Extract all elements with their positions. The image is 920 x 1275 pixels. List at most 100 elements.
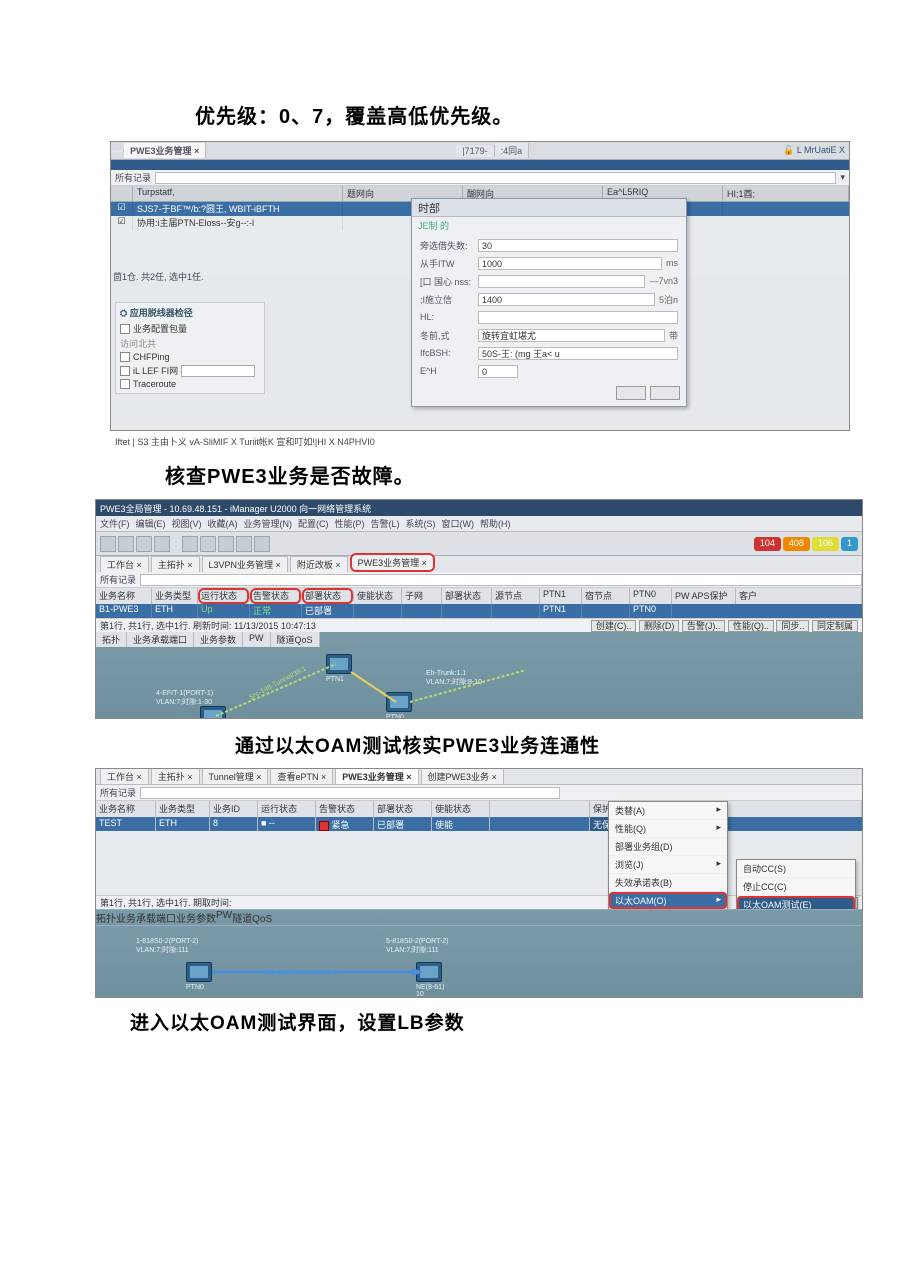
menu-item[interactable]: 视图(V)	[172, 517, 202, 530]
tab-eptn[interactable]: 查看ePTN ×	[270, 768, 333, 784]
tab-workspace[interactable]: 工作台 ×	[100, 768, 149, 784]
toolbar-icon[interactable]	[218, 536, 234, 552]
toolbar-icon[interactable]	[236, 536, 252, 552]
h-run[interactable]: 运行状态	[258, 801, 316, 817]
tab-pwe3-active[interactable]: PWE3业务管理 ×	[350, 553, 435, 572]
btn-perf[interactable]: 性能(Q)..	[728, 620, 774, 632]
chk-line[interactable]: iL LEF FI网	[120, 363, 260, 378]
chk-line[interactable]: CHFPing	[120, 351, 260, 363]
row-checkbox[interactable]: ☑	[111, 202, 133, 216]
f4-input[interactable]: 1400	[478, 293, 655, 306]
menu-item[interactable]: 收藏(A)	[208, 517, 238, 530]
mi-perf[interactable]: 性能(Q)▸	[609, 820, 727, 838]
tab-create-pwe3[interactable]: 创建PWE3业务 ×	[421, 768, 504, 784]
f2-input[interactable]: 1000	[478, 257, 662, 270]
filter-input[interactable]	[140, 787, 560, 799]
menu-item[interactable]: 告警(L)	[371, 517, 400, 530]
grid-row[interactable]: B1-PWE3 ETH Up 正常 已部署 PTN1 PTN0	[96, 604, 862, 618]
h-ptn0[interactable]: PTN0	[630, 588, 672, 604]
tab-tunnel[interactable]: Tunnel管理 ×	[202, 768, 269, 784]
menu-item[interactable]: 系统(S)	[406, 517, 436, 530]
sm-auto-cc[interactable]: 自动CC(S)	[737, 860, 855, 878]
toolbar-icon[interactable]	[254, 536, 270, 552]
topology-pane[interactable]: 拓扑 业务承载端口 业务参数 PW 隧道QoS PTN1 PTN0 PTN Sr…	[96, 632, 862, 719]
row-checkbox[interactable]: ☑	[111, 216, 133, 230]
filter-dropdown-icon[interactable]: ▾	[836, 171, 849, 184]
f7-select[interactable]: 50S-王: (mg 王a< u	[478, 347, 678, 360]
h-dst[interactable]: 宿节点	[582, 588, 630, 604]
menu-item[interactable]: 文件(F)	[100, 517, 130, 530]
tab-blank[interactable]	[111, 150, 124, 152]
dialog-ok-button[interactable]	[616, 386, 646, 400]
f5-input[interactable]	[478, 311, 678, 324]
alarm-pill-minor[interactable]: 106	[812, 537, 839, 551]
h-ptn1[interactable]: PTN1	[540, 588, 582, 604]
toolbar-icon[interactable]	[200, 536, 216, 552]
h-runstate[interactable]: 运行状态	[198, 588, 250, 604]
btn-create[interactable]: 创建(C)..	[591, 620, 637, 632]
chk-line[interactable]: 业务配置包量	[120, 321, 260, 336]
text-field[interactable]	[181, 365, 255, 377]
tab-center2[interactable]: :4同a	[495, 143, 530, 158]
h-src[interactable]: 源节点	[492, 588, 540, 604]
h-type[interactable]: 业务类型	[156, 801, 210, 817]
dialog-cancel-button[interactable]	[650, 386, 680, 400]
subtab-param[interactable]: 业务参数	[194, 632, 243, 647]
subtab-port[interactable]: 业务承载端口	[127, 632, 194, 647]
subtab-pw[interactable]: PW	[243, 632, 271, 647]
toolbar-icon[interactable]	[182, 536, 198, 552]
h-customer[interactable]: 客户	[736, 588, 862, 604]
node-ptn[interactable]	[200, 706, 226, 719]
alarm-pill-critical[interactable]: 104	[754, 537, 781, 551]
toolbar-icon[interactable]	[118, 536, 134, 552]
mi-alarm[interactable]: 类替(A)▸	[609, 802, 727, 820]
h-name[interactable]: 业务名称	[96, 801, 156, 817]
menu-item[interactable]: 帮助(H)	[480, 517, 511, 530]
sm-stop-cc[interactable]: 停止CC(C)	[737, 878, 855, 896]
h-subnet[interactable]: 子网	[402, 588, 442, 604]
menu-item[interactable]: 配置(C)	[298, 517, 329, 530]
col-5[interactable]: HI;1酉;	[723, 186, 849, 201]
menu-item[interactable]: 编辑(E)	[136, 517, 166, 530]
alarm-pill-warning[interactable]: 1	[841, 537, 858, 551]
h-deploy[interactable]: 部署状态	[302, 588, 354, 604]
f1-input[interactable]: 30	[478, 239, 678, 252]
h-id[interactable]: 业务ID	[210, 801, 258, 817]
filter-input[interactable]	[155, 172, 836, 184]
grid-row[interactable]: TEST ETH 8 ■ -- 紧急 已部署 使能 无保护	[96, 817, 862, 831]
btn-custom[interactable]: 同定制属	[812, 620, 858, 632]
alarm-pill-major[interactable]: 408	[783, 537, 810, 551]
tab-workspace[interactable]: 工作台 ×	[100, 556, 149, 572]
topology-pane[interactable]: PTN0 NE(8-61) 10 1-818S0-2(PORT-2) VLAN:…	[96, 925, 862, 998]
toolbar-icon[interactable]	[100, 536, 116, 552]
h-enable[interactable]: 使能状态	[432, 801, 490, 817]
col-1[interactable]: Turpstatf,	[133, 186, 343, 201]
tab-l3vpn[interactable]: L3VPN业务管理 ×	[202, 556, 288, 572]
tab-pwe3-mgmt[interactable]: PWE3业务管理 ×	[335, 768, 418, 784]
btn-alarm[interactable]: 告警(J)..	[682, 620, 726, 632]
node-ptn0[interactable]	[186, 962, 212, 982]
h-deploy2[interactable]: 部署状态	[442, 588, 492, 604]
checkbox-icon[interactable]	[120, 379, 130, 389]
mi-eth-oam[interactable]: 以太OAM(O)▸	[609, 892, 727, 910]
col-checkbox[interactable]	[111, 186, 133, 201]
h-blank[interactable]	[490, 801, 590, 817]
menu-item[interactable]: 窗口(W)	[442, 517, 475, 530]
node-ptn0[interactable]	[386, 692, 412, 712]
f6-select[interactable]: 旋转宜虹堪尤	[478, 329, 665, 342]
h-enable[interactable]: 使能状态	[354, 588, 402, 604]
f3-input[interactable]	[478, 275, 645, 288]
h-alarm[interactable]: 告警状态	[316, 801, 374, 817]
subtab-qos[interactable]: 隧道QoS	[271, 632, 320, 647]
checkbox-icon[interactable]	[120, 366, 130, 376]
tab-topo[interactable]: 主拓扑 ×	[151, 556, 200, 572]
tab-right-link[interactable]: 🔓 L MrUatiE X	[779, 144, 849, 157]
tab-topo[interactable]: 主拓扑 ×	[151, 768, 200, 784]
checkbox-icon[interactable]	[120, 324, 130, 334]
node-ne[interactable]	[416, 962, 442, 982]
node-ptn1[interactable]	[326, 654, 352, 674]
f8-input[interactable]: 0	[478, 365, 518, 378]
tab-other[interactable]: 附近改板 ×	[290, 556, 348, 572]
menu-item[interactable]: 性能(P)	[335, 517, 365, 530]
mi-browse[interactable]: 浏览(J)▸	[609, 856, 727, 874]
